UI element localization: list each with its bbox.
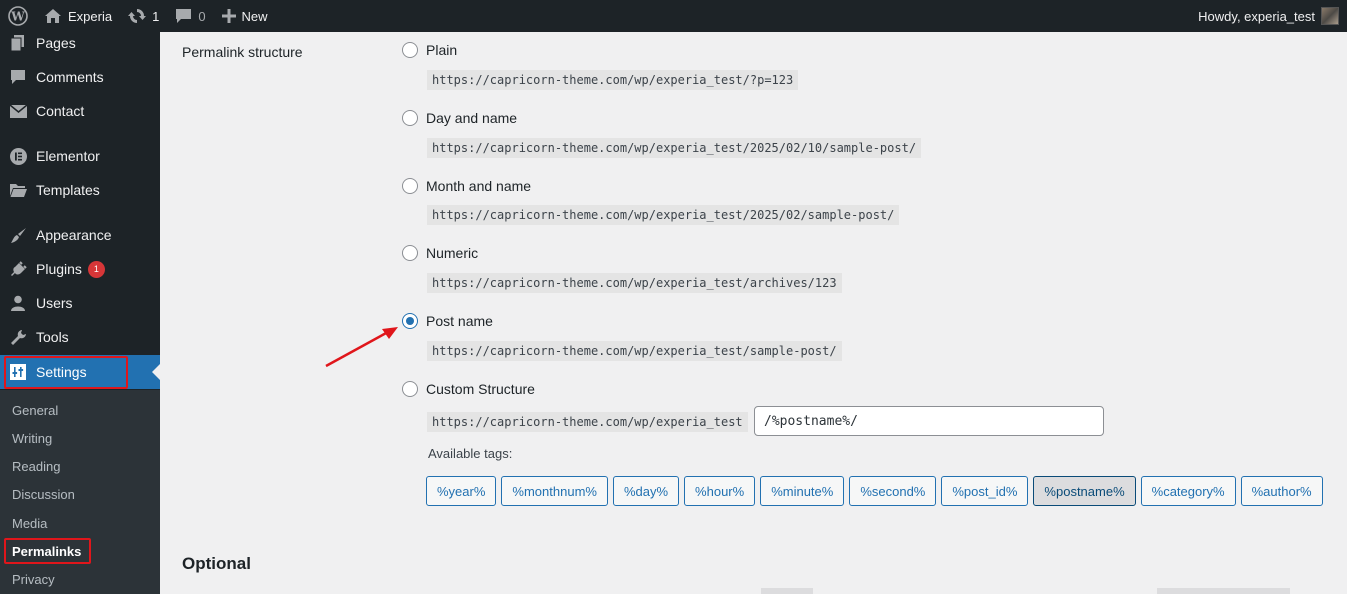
tag-day-button[interactable]: %day%: [612, 476, 680, 506]
site-name-label: Experia: [68, 8, 113, 24]
submenu-item-writing[interactable]: Writing: [12, 431, 52, 446]
tag-author-button[interactable]: %author%: [1240, 476, 1323, 506]
numeric-example-url: https://capricorn-theme.com/wp/experia_t…: [427, 273, 842, 293]
option-post-name[interactable]: Post name: [402, 313, 493, 329]
howdy-label: Howdy, experia_test: [1198, 8, 1315, 24]
month-and-name-example-url: https://capricorn-theme.com/wp/experia_t…: [427, 205, 900, 225]
comment-bubble-icon: [175, 8, 192, 24]
tag-hour-button[interactable]: %hour%: [684, 476, 756, 506]
current-menu-arrow: [152, 364, 160, 380]
tag-category-button[interactable]: %category%: [1140, 476, 1236, 506]
sidebar-item-templates[interactable]: Templates: [0, 173, 160, 207]
admin-bar: W Experia 1 0 New Howdy, experia_test: [0, 0, 1347, 32]
paintbrush-icon: [0, 227, 36, 244]
plain-radio[interactable]: [402, 42, 418, 58]
sidebar-item-contact[interactable]: Contact: [0, 94, 160, 128]
option-label: Post name: [426, 313, 493, 329]
plain-example-url: https://capricorn-theme.com/wp/experia_t…: [427, 70, 799, 90]
day-and-name-example-url: https://capricorn-theme.com/wp/experia_t…: [427, 138, 922, 158]
submenu-item-reading[interactable]: Reading: [12, 459, 60, 474]
available-tags-list: %year% %monthnum% %day% %hour% %minute% …: [426, 476, 1323, 506]
sidebar-item-pages[interactable]: Pages: [0, 26, 160, 60]
option-label: Numeric: [426, 245, 479, 261]
submenu-item-discussion[interactable]: Discussion: [12, 487, 75, 502]
sidebar-item-comments[interactable]: Comments: [0, 60, 160, 94]
tag-monthnum-button[interactable]: %monthnum%: [501, 476, 608, 506]
sidebar-item-settings[interactable]: Settings: [0, 355, 160, 389]
sidebar-item-label: Plugins: [36, 261, 82, 277]
annotation-arrow: [325, 327, 398, 368]
plus-icon: [221, 9, 236, 23]
submenu-item-general[interactable]: General: [12, 403, 58, 418]
sidebar-item-label: Templates: [36, 182, 100, 198]
numeric-radio[interactable]: [402, 245, 418, 261]
partial-field: [1157, 588, 1290, 594]
custom-structure-input[interactable]: [754, 406, 1104, 436]
user-icon: [0, 295, 36, 311]
envelope-icon: [0, 104, 36, 118]
sidebar-item-label: Settings: [36, 364, 87, 380]
sidebar-item-label: Users: [36, 295, 73, 311]
new-content-link[interactable]: New: [214, 0, 276, 32]
partial-field: [761, 588, 813, 594]
comments-count: 0: [198, 8, 206, 24]
optional-section-heading: Optional: [182, 554, 251, 573]
tag-second-button[interactable]: %second%: [849, 476, 937, 506]
updates-count: 1: [152, 8, 160, 24]
tag-postname-button[interactable]: %postname%: [1033, 476, 1136, 506]
option-month-and-name[interactable]: Month and name: [402, 178, 531, 194]
comments-link[interactable]: 0: [167, 0, 213, 32]
avatar: [1321, 7, 1339, 25]
sidebar-item-users[interactable]: Users: [0, 286, 160, 320]
submenu-item-permalinks[interactable]: Permalinks: [12, 544, 81, 559]
permalink-structure-label: Permalink structure: [182, 44, 303, 60]
home-icon: [44, 8, 62, 24]
updates-icon: [128, 7, 147, 25]
post-name-example-url: https://capricorn-theme.com/wp/experia_t…: [427, 341, 842, 361]
sidebar-item-label: Elementor: [36, 148, 100, 164]
pages-icon: [0, 35, 36, 51]
admin-sidebar: Pages Comments Contact Elementor Templat…: [0, 32, 160, 594]
option-numeric[interactable]: Numeric: [402, 245, 478, 261]
option-custom-structure[interactable]: Custom Structure: [402, 381, 535, 397]
wrench-icon: [0, 329, 36, 346]
month-and-name-radio[interactable]: [402, 178, 418, 194]
day-and-name-radio[interactable]: [402, 110, 418, 126]
custom-structure-radio[interactable]: [402, 381, 418, 397]
folder-icon: [0, 183, 36, 197]
sidebar-item-label: Comments: [36, 69, 104, 85]
settings-submenu: General Writing Reading Discussion Media…: [0, 390, 160, 594]
sidebar-item-label: Pages: [36, 35, 76, 51]
tag-minute-button[interactable]: %minute%: [760, 476, 845, 506]
plugin-icon: [0, 260, 36, 278]
sidebar-item-appearance[interactable]: Appearance: [0, 218, 160, 252]
plugins-update-badge: 1: [87, 260, 105, 278]
tag-year-button[interactable]: %year%: [426, 476, 497, 506]
available-tags-label: Available tags:: [428, 446, 513, 461]
sidebar-item-label: Appearance: [36, 227, 112, 243]
submenu-item-media[interactable]: Media: [12, 516, 47, 531]
new-label: New: [241, 8, 268, 24]
sidebar-item-tools[interactable]: Tools: [0, 320, 160, 354]
submenu-item-privacy[interactable]: Privacy: [12, 572, 55, 587]
settings-icon: [0, 364, 36, 380]
sidebar-item-label: Tools: [36, 329, 69, 345]
elementor-icon: [0, 147, 36, 165]
wordpress-icon: W: [8, 6, 28, 26]
option-label: Plain: [426, 42, 458, 58]
my-account-link[interactable]: Howdy, experia_test: [1190, 0, 1347, 32]
option-label: Custom Structure: [426, 381, 535, 397]
tag-post-id-button[interactable]: %post_id%: [941, 476, 1029, 506]
option-label: Day and name: [426, 110, 518, 126]
sidebar-item-elementor[interactable]: Elementor: [0, 139, 160, 173]
custom-structure-base-url: https://capricorn-theme.com/wp/experia_t…: [427, 412, 748, 432]
sidebar-item-plugins[interactable]: Plugins 1: [0, 252, 160, 286]
svg-text:W: W: [10, 10, 25, 24]
option-label: Month and name: [426, 178, 532, 194]
option-day-and-name[interactable]: Day and name: [402, 110, 517, 126]
sidebar-item-label: Contact: [36, 103, 85, 119]
option-plain[interactable]: Plain: [402, 42, 457, 58]
comments-icon: [0, 69, 36, 85]
